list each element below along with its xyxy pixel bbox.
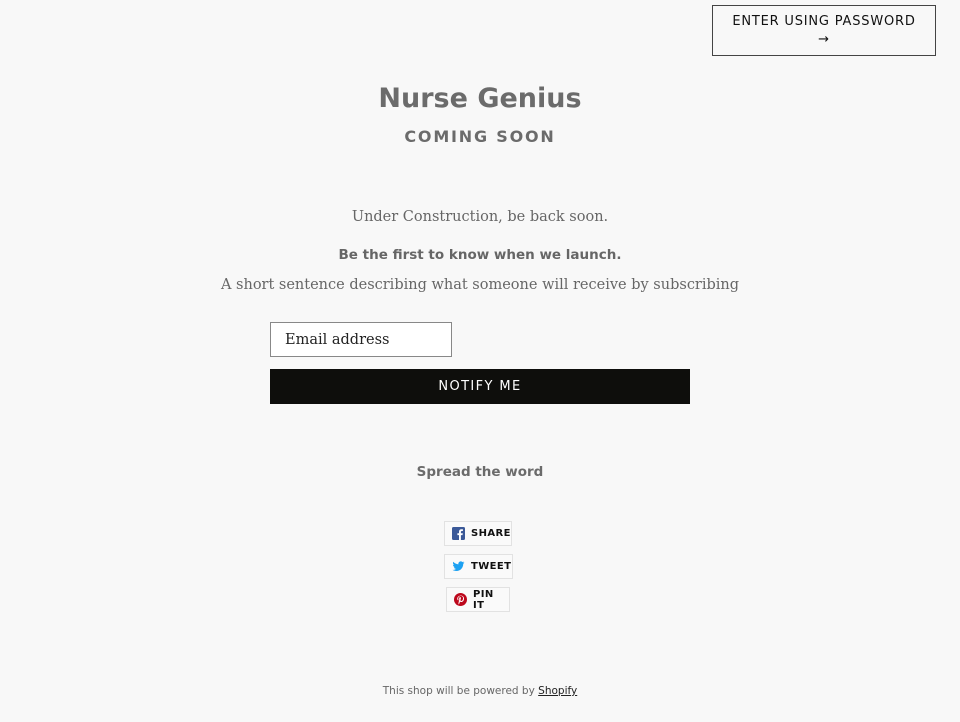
- launch-heading: Be the first to know when we launch.: [338, 247, 622, 263]
- facebook-icon: [452, 527, 465, 540]
- facebook-share-button[interactable]: SHARE: [444, 521, 512, 546]
- share-label: SHARE: [471, 528, 511, 539]
- tweet-label: TWEET: [471, 561, 512, 572]
- footer-text: This shop will be powered by: [382, 685, 535, 697]
- notify-me-button[interactable]: NOTIFY ME: [270, 369, 690, 404]
- twitter-tweet-button[interactable]: TWEET: [444, 554, 513, 579]
- arrow-right-icon: →: [818, 32, 830, 47]
- footer: This shop will be powered by Shopify: [0, 683, 960, 699]
- construction-message: Under Construction, be back soon.: [351, 209, 609, 225]
- pinterest-pin-button[interactable]: PIN IT: [446, 587, 510, 612]
- spread-the-word-heading: Spread the word: [416, 464, 544, 480]
- enter-password-button[interactable]: ENTER USING PASSWORD →: [712, 5, 936, 56]
- subscribe-description: A short sentence describing what someone…: [220, 277, 740, 293]
- coming-soon-heading: COMING SOON: [404, 127, 556, 146]
- pin-it-label: PIN IT: [473, 588, 494, 611]
- shopify-link[interactable]: Shopify: [538, 685, 577, 697]
- twitter-icon: [452, 560, 465, 573]
- enter-password-label: ENTER USING PASSWORD: [732, 14, 916, 29]
- email-input[interactable]: [270, 322, 452, 357]
- pinterest-icon: [454, 593, 467, 606]
- store-title: Nurse Genius: [378, 83, 582, 114]
